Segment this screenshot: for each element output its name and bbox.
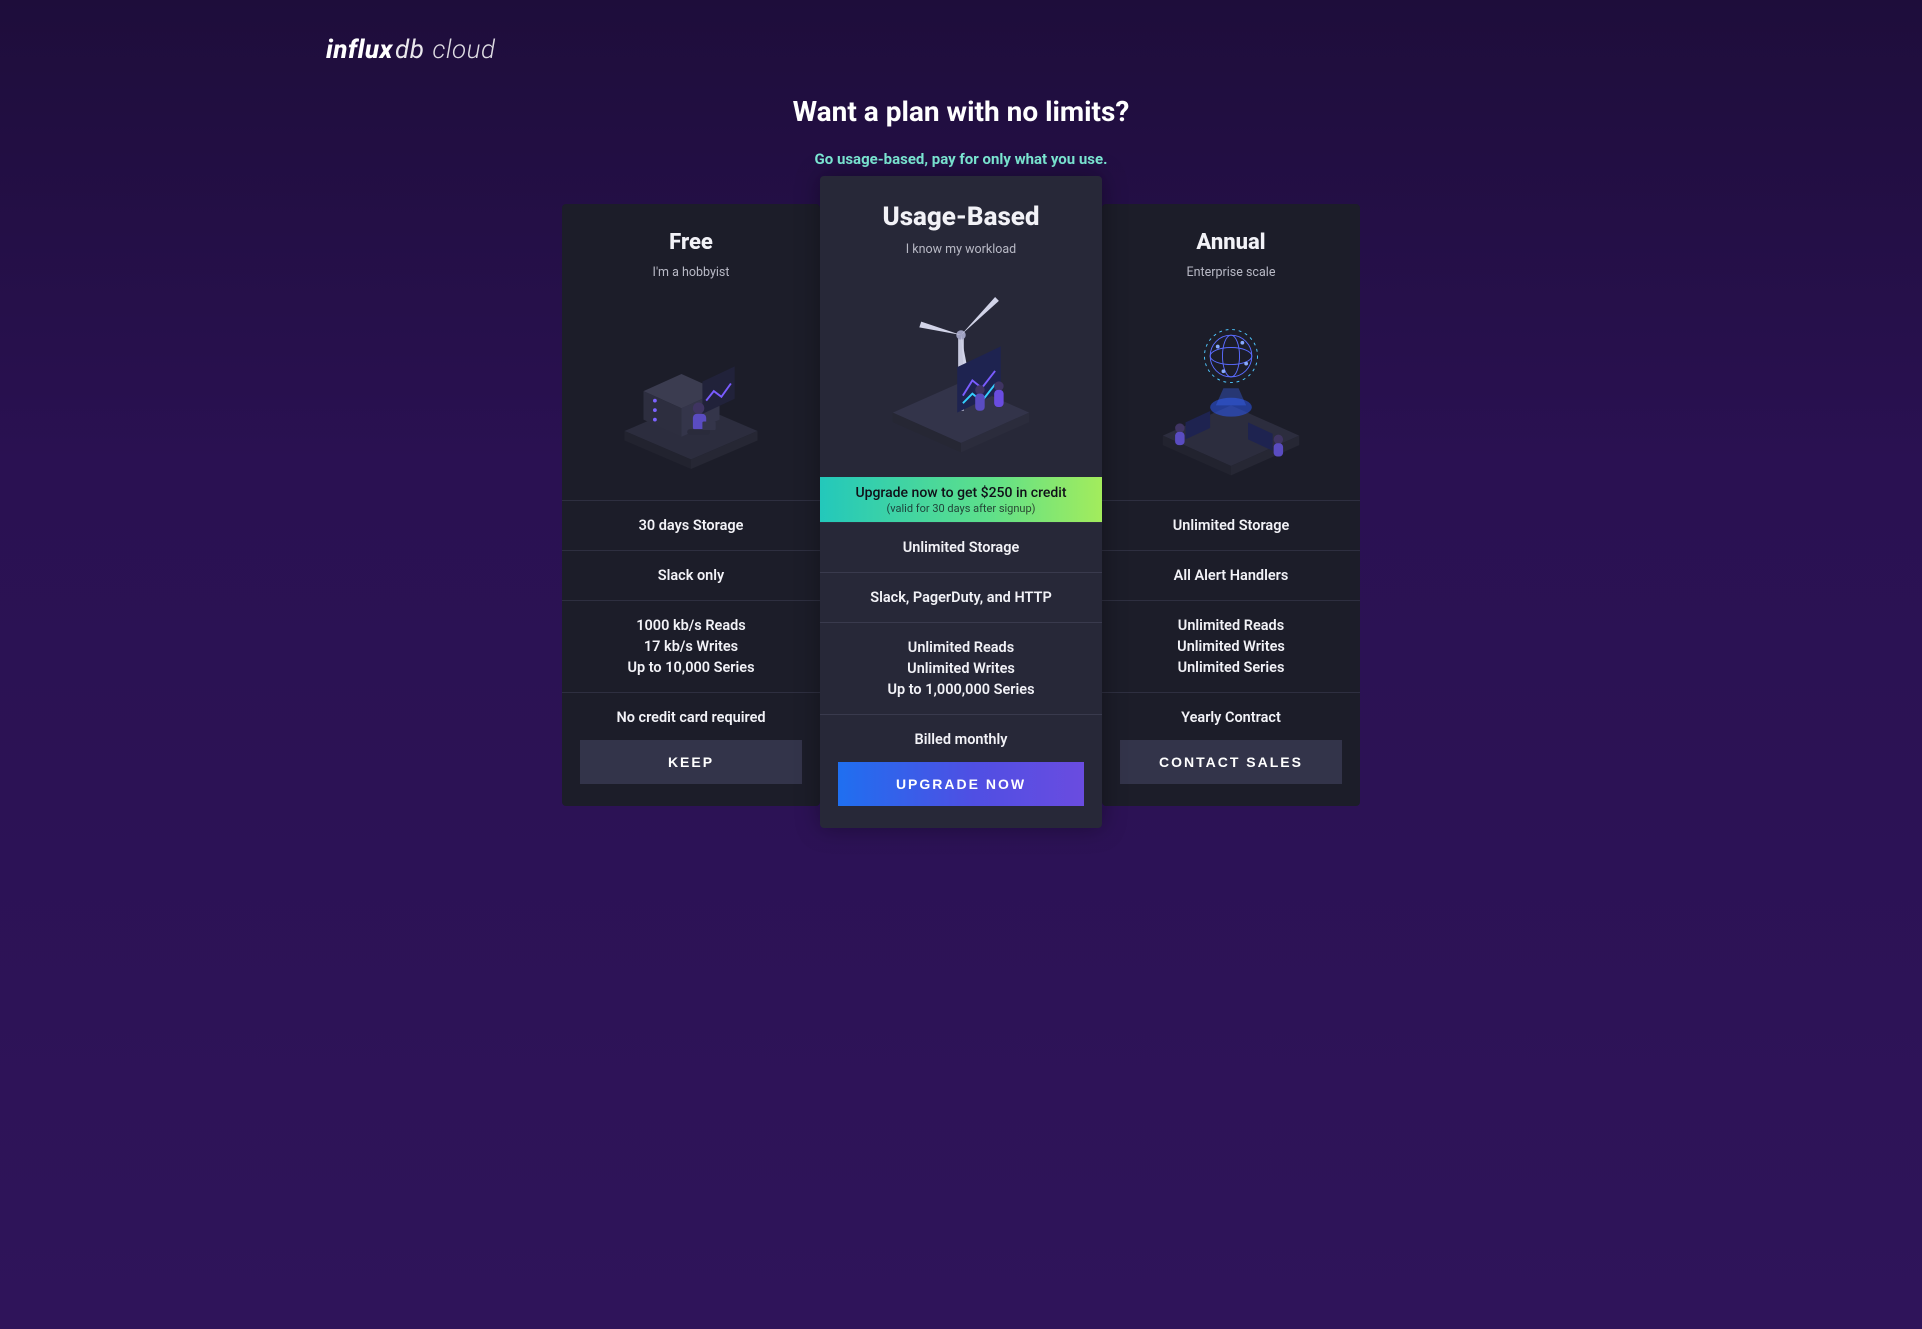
plan-card-usage-based: Usage-Based I know my workload bbox=[820, 176, 1102, 828]
feature-writes: Unlimited Writes bbox=[1116, 636, 1346, 657]
feature-limits: Unlimited Reads Unlimited Writes Up to 1… bbox=[820, 623, 1102, 715]
feature-writes: Unlimited Writes bbox=[834, 658, 1088, 679]
plan-title: Annual bbox=[1118, 230, 1344, 255]
keep-button[interactable]: KEEP bbox=[580, 740, 802, 784]
page-header: Want a plan with no limits? Go usage-bas… bbox=[326, 95, 1596, 168]
upgrade-now-button[interactable]: UPGRADE NOW bbox=[838, 762, 1084, 806]
plans-row: Free I'm a hobbyist bbox=[326, 204, 1596, 828]
feature-limits: 1000 kb/s Reads 17 kb/s Writes Up to 10,… bbox=[562, 601, 820, 693]
plan-illustration-enterprise-icon bbox=[1102, 290, 1360, 500]
plan-illustration-hobbyist-icon bbox=[562, 290, 820, 500]
feature-alerts: Slack only bbox=[562, 551, 820, 601]
feature-reads: Unlimited Reads bbox=[834, 637, 1088, 658]
plan-title: Usage-Based bbox=[836, 202, 1086, 232]
contact-sales-button[interactable]: CONTACT SALES bbox=[1120, 740, 1342, 784]
brand-cloud: cloud bbox=[432, 35, 495, 65]
feature-alerts: Slack, PagerDuty, and HTTP bbox=[820, 573, 1102, 623]
feature-reads: Unlimited Reads bbox=[1116, 615, 1346, 636]
plan-card-free: Free I'm a hobbyist bbox=[562, 204, 820, 806]
feature-series: Unlimited Series bbox=[1116, 657, 1346, 678]
plan-footer-note: Yearly Contract bbox=[1120, 709, 1342, 726]
feature-series: Up to 1,000,000 Series bbox=[834, 679, 1088, 700]
feature-reads: 1000 kb/s Reads bbox=[576, 615, 806, 636]
plan-card-annual: Annual Enterprise scale bbox=[1102, 204, 1360, 806]
feature-limits: Unlimited Reads Unlimited Writes Unlimit… bbox=[1102, 601, 1360, 693]
feature-series: Up to 10,000 Series bbox=[576, 657, 806, 678]
brand-bold: influx bbox=[326, 35, 393, 65]
brand-light: db bbox=[395, 35, 424, 65]
promo-banner: Upgrade now to get $250 in credit (valid… bbox=[820, 477, 1102, 522]
plan-tagline: Enterprise scale bbox=[1118, 265, 1344, 280]
feature-storage: 30 days Storage bbox=[562, 501, 820, 551]
feature-storage: Unlimited Storage bbox=[1102, 501, 1360, 551]
page-subtitle: Go usage-based, pay for only what you us… bbox=[326, 150, 1596, 168]
plan-footer-note: No credit card required bbox=[580, 709, 802, 726]
brand-logo: influxdbcloud bbox=[326, 35, 1596, 65]
feature-alerts: All Alert Handlers bbox=[1102, 551, 1360, 601]
plan-tagline: I know my workload bbox=[836, 242, 1086, 257]
plan-illustration-windturbine-icon bbox=[820, 267, 1102, 477]
feature-storage: Unlimited Storage bbox=[820, 523, 1102, 573]
plan-title: Free bbox=[578, 230, 804, 255]
promo-line-1: Upgrade now to get $250 in credit bbox=[828, 485, 1094, 502]
plan-tagline: I'm a hobbyist bbox=[578, 265, 804, 280]
promo-line-2: (valid for 30 days after signup) bbox=[828, 502, 1094, 515]
plan-footer-note: Billed monthly bbox=[838, 731, 1084, 748]
feature-writes: 17 kb/s Writes bbox=[576, 636, 806, 657]
page-title: Want a plan with no limits? bbox=[326, 95, 1596, 128]
